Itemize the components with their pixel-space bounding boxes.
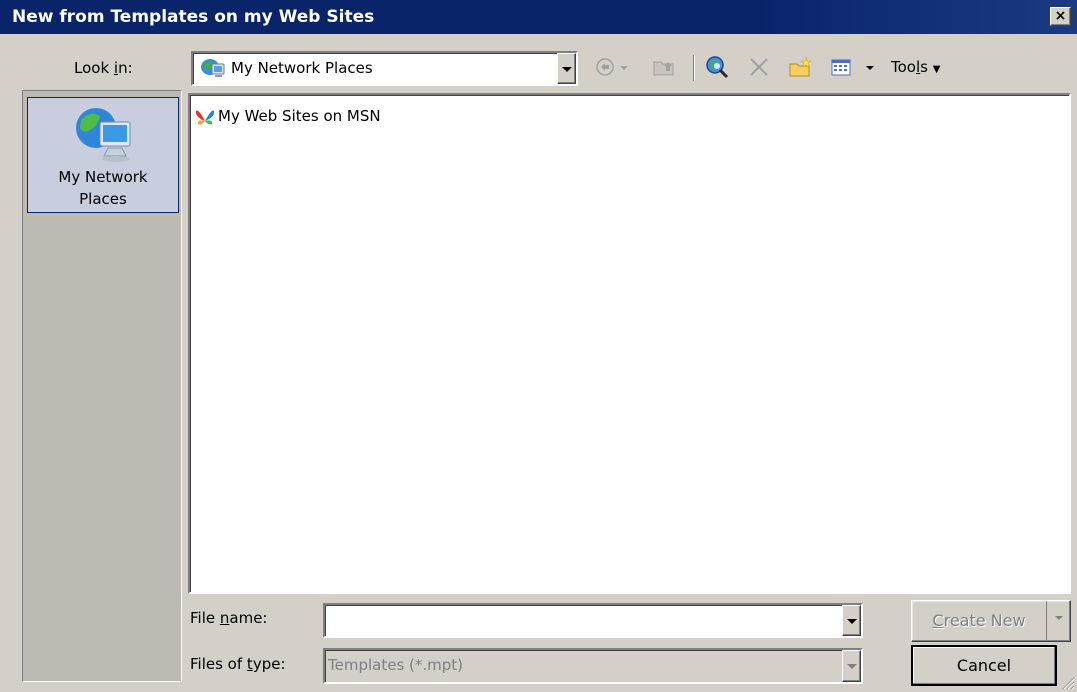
tools-dropdown-arrow-icon: ▼ — [932, 64, 941, 75]
msn-butterfly-icon — [195, 110, 215, 125]
list-item-label: My Web Sites on MSN — [218, 107, 381, 125]
look-in-combobox[interactable]: My Network Places — [191, 51, 578, 86]
file-name-dropdown-button[interactable] — [842, 605, 861, 636]
look-in-value: My Network Places — [231, 59, 373, 77]
create-new-label: Create New — [932, 611, 1026, 630]
file-list[interactable]: My Web Sites on MSN — [188, 93, 1071, 594]
cancel-button[interactable]: Cancel — [911, 645, 1057, 686]
create-new-dropdown-arrow-icon[interactable] — [1046, 601, 1070, 641]
back-dropdown-arrow-icon[interactable] — [617, 54, 631, 80]
file-name-combobox[interactable] — [323, 603, 863, 638]
up-folder-icon[interactable] — [651, 54, 677, 80]
views-dropdown-arrow-icon[interactable] — [863, 54, 877, 80]
look-in-label: Look in: — [74, 59, 133, 77]
network-places-icon — [201, 59, 225, 77]
views-icon[interactable] — [828, 54, 854, 80]
files-of-type-value: Templates (*.mpt) — [328, 656, 464, 674]
places-item-my-network-places[interactable]: My Network Places — [27, 97, 179, 213]
file-name-label: File name: — [190, 609, 268, 627]
delete-icon[interactable] — [746, 54, 772, 80]
back-icon[interactable] — [592, 54, 618, 80]
tools-menu-button[interactable]: Tools ▼ — [891, 58, 940, 76]
list-item[interactable]: My Web Sites on MSN — [194, 105, 381, 127]
resize-grip-icon[interactable] — [1061, 676, 1075, 690]
create-new-button[interactable]: Create New — [911, 600, 1071, 642]
title-bar: New from Templates on my Web Sites × — [0, 0, 1077, 34]
search-web-icon[interactable] — [704, 54, 730, 80]
close-icon: × — [1054, 8, 1067, 24]
file-name-input[interactable] — [327, 607, 827, 635]
files-of-type-dropdown-button[interactable] — [842, 650, 861, 682]
files-of-type-combobox[interactable]: Templates (*.mpt) — [323, 648, 863, 684]
look-in-dropdown-button[interactable] — [557, 53, 576, 84]
toolbar-separator — [693, 55, 695, 81]
close-button[interactable]: × — [1050, 7, 1071, 26]
places-bar: My Network Places — [22, 90, 182, 682]
places-item-label: My Network Places — [58, 168, 148, 208]
new-folder-icon[interactable] — [787, 54, 813, 80]
window-title: New from Templates on my Web Sites — [12, 7, 375, 27]
files-of-type-label: Files of type: — [190, 655, 286, 673]
network-globe-computer-icon — [76, 108, 131, 162]
